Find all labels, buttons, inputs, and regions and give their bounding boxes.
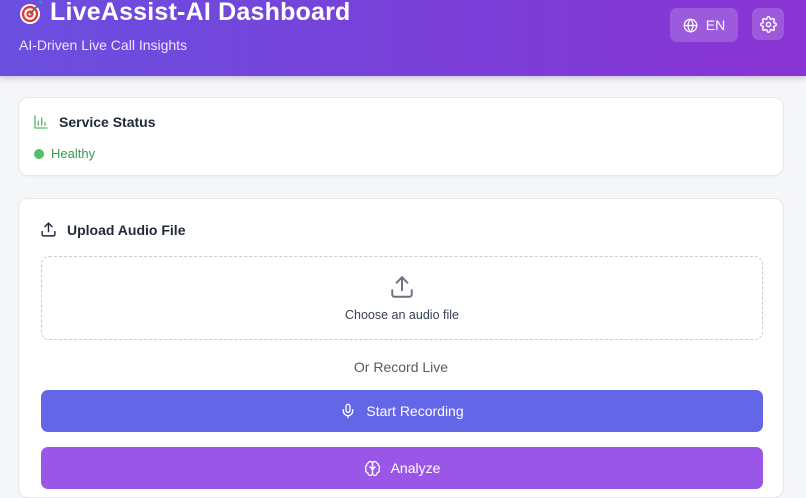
upload-card: Upload Audio File Choose an audio file O… — [18, 198, 784, 498]
service-status-card: Service Status Healthy — [18, 97, 784, 176]
or-record-label: Or Record Live — [353, 359, 449, 375]
globe-icon — [683, 18, 698, 32]
app-header: LiveAssist-AI Dashboard AI-Driven Live C… — [0, 0, 806, 76]
upload-icon — [391, 276, 413, 298]
language-button[interactable]: EN — [670, 8, 738, 42]
bar-chart-icon — [34, 115, 48, 129]
start-recording-label: Start Recording — [366, 403, 464, 419]
service-status-title: Service Status — [59, 114, 156, 130]
status-value: Healthy — [51, 146, 96, 161]
language-label: EN — [705, 17, 726, 33]
upload-header: Upload Audio File — [40, 221, 185, 238]
upload-icon — [41, 222, 56, 237]
brain-icon — [364, 460, 380, 476]
title-row: LiveAssist-AI Dashboard — [18, 0, 351, 28]
microphone-icon — [343, 403, 354, 419]
dropzone-label: Choose an audio file — [345, 308, 459, 322]
status-indicator: Healthy — [34, 146, 95, 161]
settings-button[interactable] — [752, 8, 784, 40]
analyze-label: Analyze — [390, 460, 441, 476]
audio-file-dropzone[interactable]: Choose an audio file — [41, 256, 763, 340]
service-status-header: Service Status — [33, 114, 156, 130]
status-dot — [34, 148, 44, 159]
start-recording-button[interactable]: Start Recording — [41, 390, 763, 432]
upload-title: Upload Audio File — [67, 221, 186, 238]
app-subtitle: AI-Driven Live Call Insights — [19, 37, 188, 53]
dart-target-icon — [20, 0, 43, 24]
app-title: LiveAssist-AI Dashboard — [50, 0, 351, 26]
gear-icon — [759, 15, 777, 33]
analyze-button[interactable]: Analyze — [41, 447, 763, 489]
